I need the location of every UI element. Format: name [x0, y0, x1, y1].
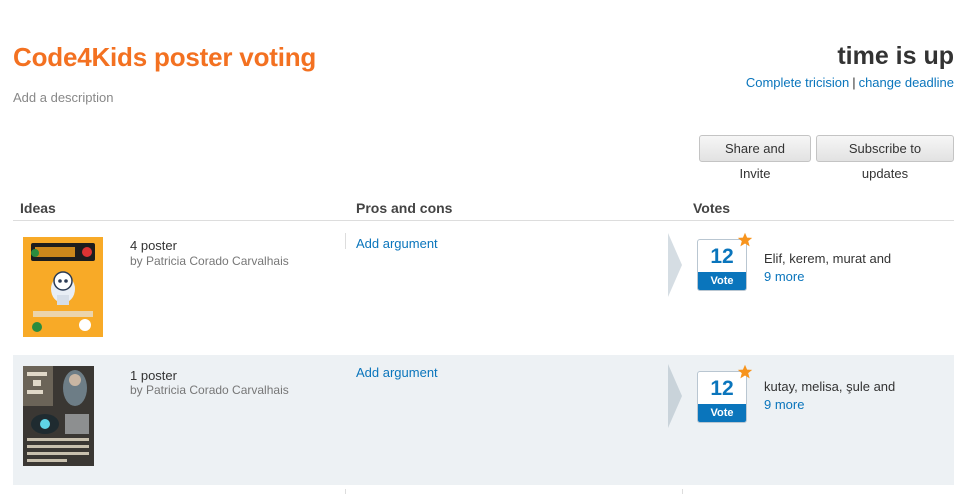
table-row: 1 poster by Patricia Corado Carvalhais A… [13, 355, 954, 485]
voters-list: Elif, kerem, murat and 9 more [764, 250, 891, 286]
status-text: time is up [837, 42, 954, 70]
chevron-right-icon [668, 364, 682, 428]
idea-author: by Patricia Corado Carvalhais [130, 254, 289, 268]
complete-link[interactable]: Complete tricision [746, 75, 849, 90]
column-divider [345, 489, 346, 494]
idea-title[interactable]: 1 poster [130, 368, 177, 383]
add-argument-link[interactable]: Add argument [356, 236, 438, 251]
voters-list: kutay, melisa, şule and 9 more [764, 378, 895, 414]
column-divider [345, 233, 346, 249]
add-argument-link[interactable]: Add argument [356, 365, 438, 380]
voters-names: kutay, melisa, şule and [764, 379, 896, 394]
vote-button[interactable]: Vote [698, 272, 746, 290]
voters-names: Elif, kerem, murat and [764, 251, 892, 266]
more-voters-link[interactable]: 9 more [764, 396, 895, 414]
vote-count: 12 [710, 245, 734, 268]
star-icon [737, 364, 753, 379]
description-link[interactable]: Add a description [13, 90, 113, 105]
subscribe-button[interactable]: Subscribe to updates [816, 135, 954, 181]
share-invite-button[interactable]: Share and Invite [699, 135, 811, 181]
poster-thumbnail[interactable] [23, 237, 103, 337]
idea-author: by Patricia Corado Carvalhais [130, 383, 289, 397]
star-icon [737, 232, 753, 247]
vote-widget[interactable]: 12 Vote [697, 232, 753, 291]
page-title: Code4Kids poster voting [13, 42, 317, 72]
poster-thumbnail[interactable] [23, 366, 94, 466]
more-voters-link[interactable]: 9 more [764, 268, 891, 286]
column-header-ideas: Ideas [20, 200, 56, 216]
column-header-votes: Votes [693, 200, 731, 216]
column-header-pros-cons: Pros and cons [356, 200, 453, 216]
change-deadline-link[interactable]: change deadline [859, 75, 954, 90]
status-links: Complete tricision | change deadline [746, 75, 954, 90]
idea-title[interactable]: 4 poster [130, 238, 177, 253]
chevron-right-icon [668, 233, 682, 297]
vote-button[interactable]: Vote [698, 404, 746, 422]
vote-widget[interactable]: 12 Vote [697, 364, 753, 423]
link-separator: | [852, 75, 856, 90]
table-row: 4 poster by Patricia Corado Carvalhais A… [13, 221, 954, 355]
vote-count: 12 [710, 377, 734, 400]
column-divider [682, 489, 683, 494]
